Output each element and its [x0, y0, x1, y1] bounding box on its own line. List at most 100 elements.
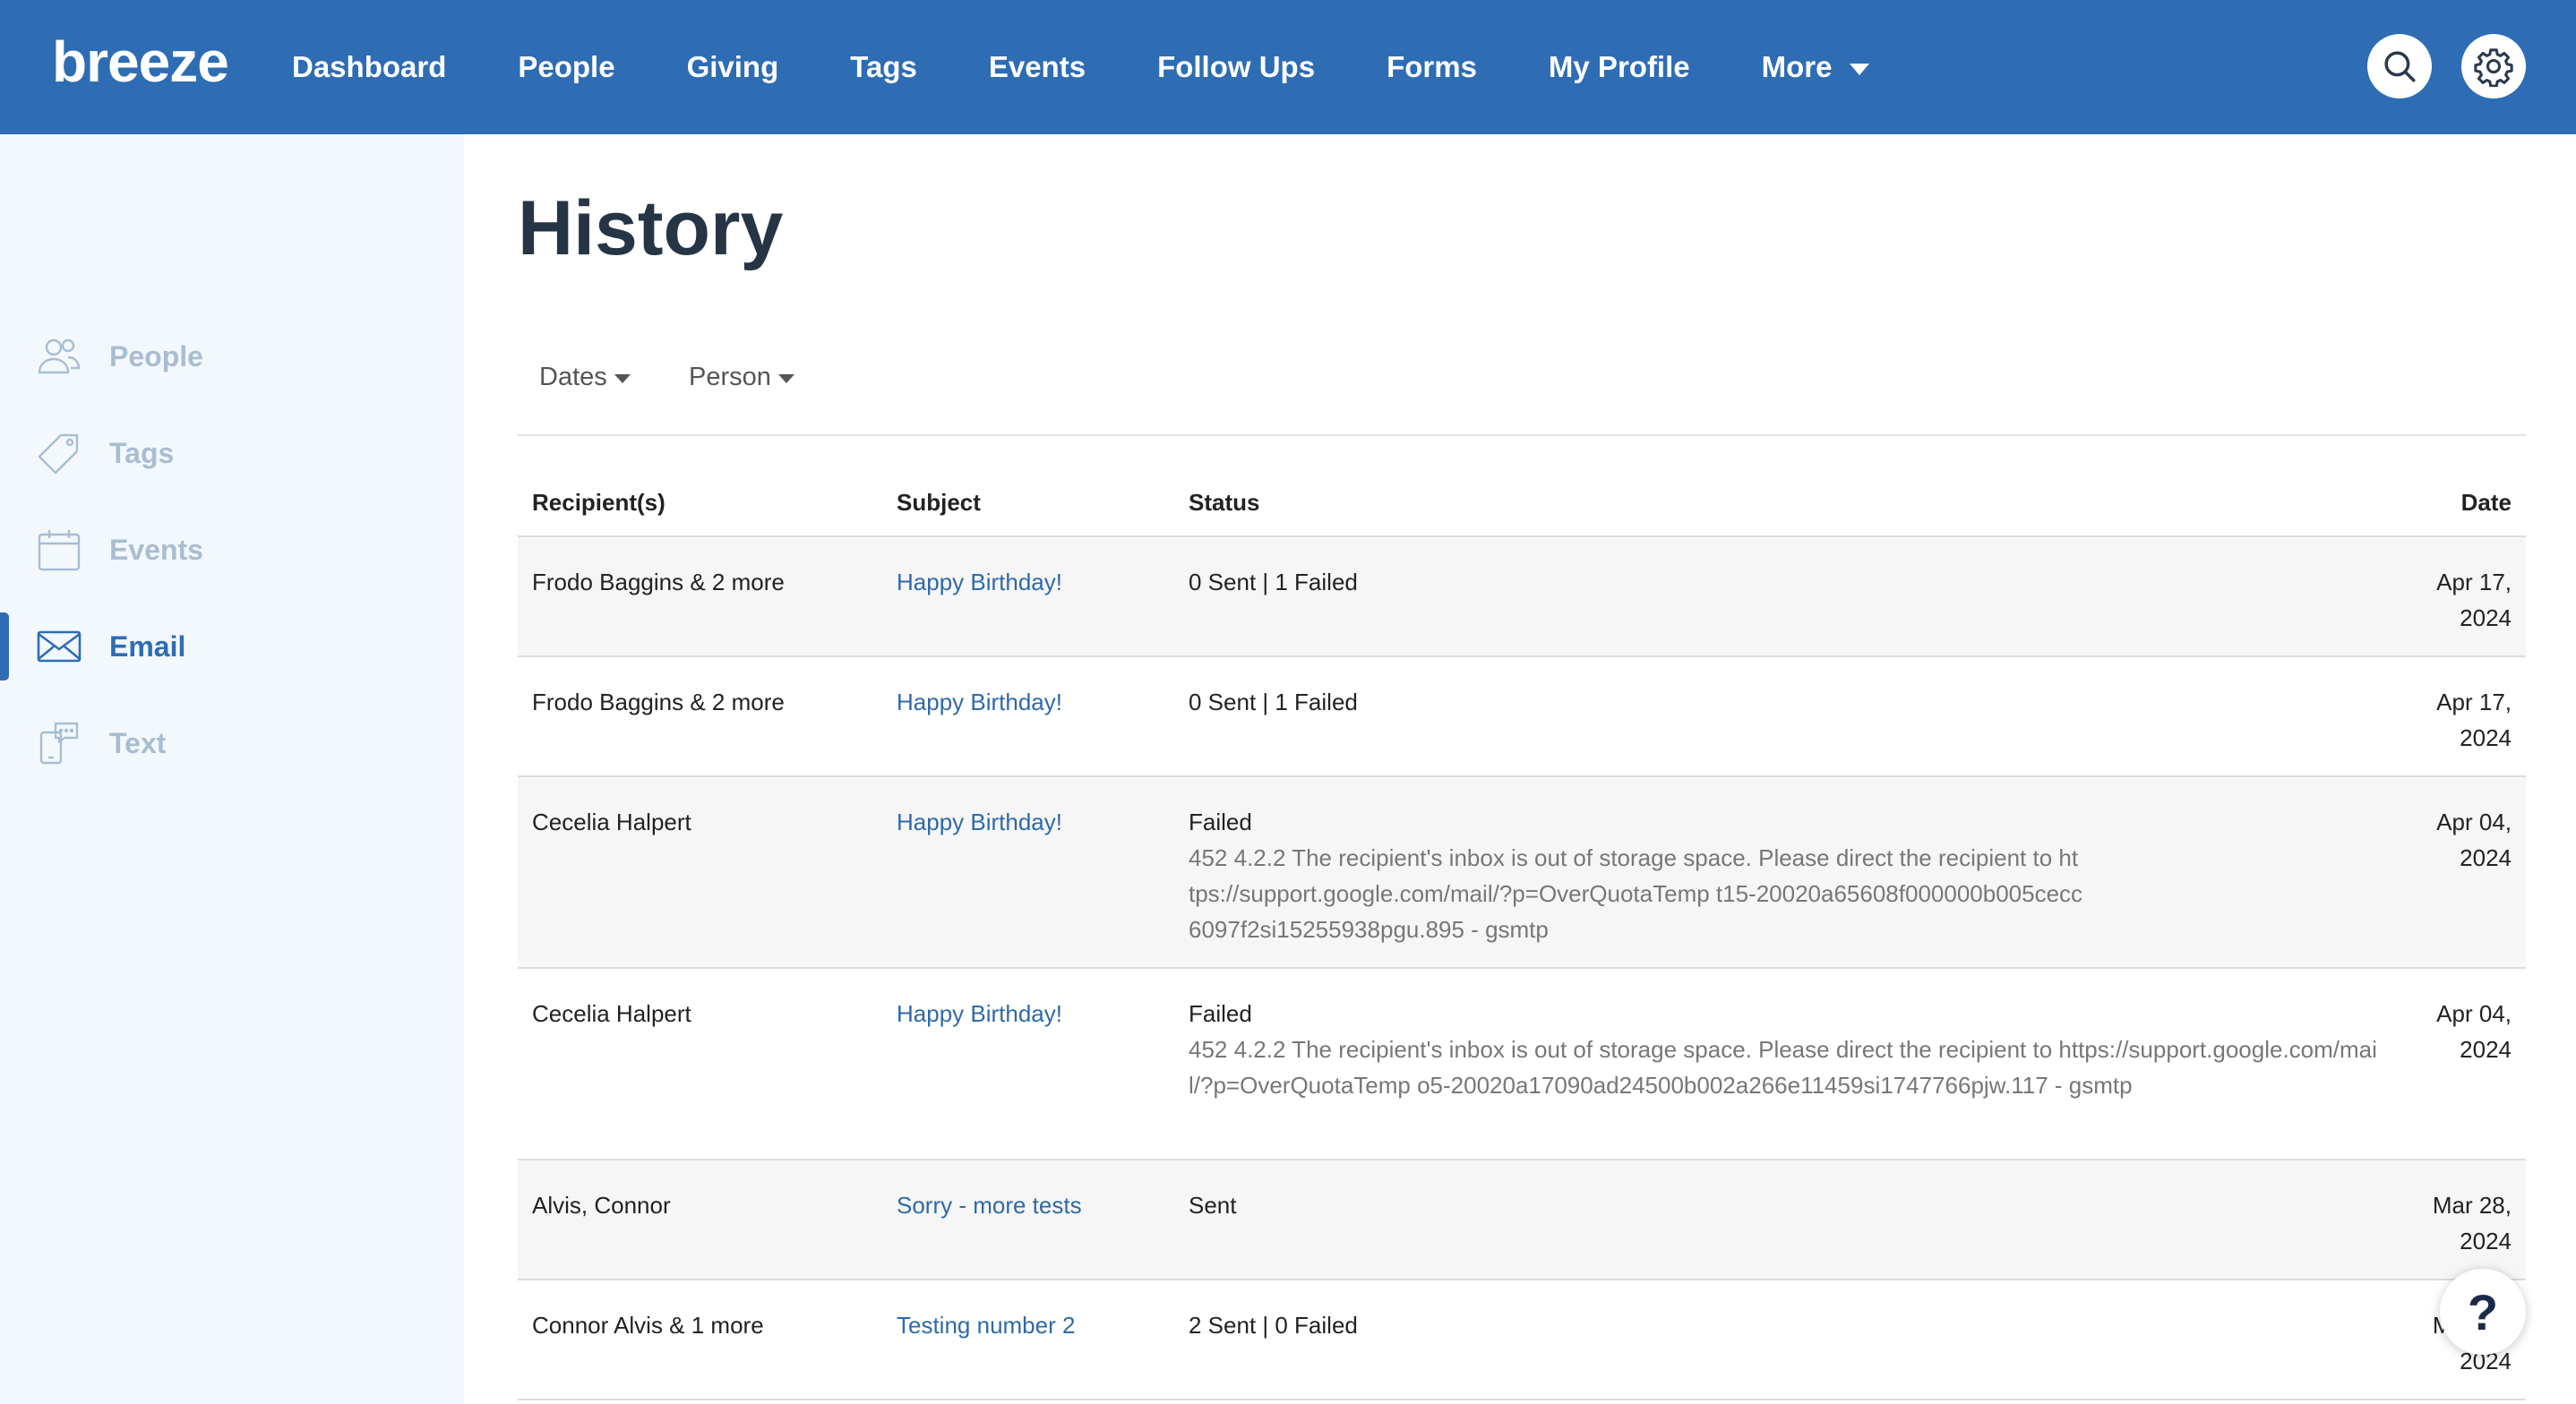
sidebar-item-events[interactable]: Events — [0, 516, 464, 584]
date-month-day: Apr 04, — [2436, 1000, 2512, 1027]
nav-label: Events — [988, 50, 1086, 83]
sidebar-item-email[interactable]: Email — [0, 612, 464, 681]
sidebar-item-label: Text — [109, 726, 167, 759]
status-text: Failed — [1189, 1000, 1252, 1027]
table-row[interactable]: Frodo Baggins & 2 more Happy Birthday! 0… — [518, 537, 2526, 657]
main-nav: Dashboard People Giving Tags Events Foll… — [292, 0, 1941, 134]
nav-label: Dashboard — [292, 50, 447, 83]
people-icon — [38, 338, 81, 374]
date-year: 2024 — [2460, 1228, 2512, 1254]
envelope-icon — [37, 630, 82, 663]
nav-label: Follow Ups — [1157, 50, 1316, 83]
status-text: 0 Sent | 1 Failed — [1189, 689, 1358, 715]
date-year: 2024 — [2460, 724, 2512, 751]
table-row[interactable]: Cecelia Halpert Happy Birthday! Failed 4… — [518, 777, 2526, 969]
caret-down-icon — [777, 374, 794, 383]
date-month-day: Apr 17, — [2436, 569, 2512, 595]
gear-icon — [2474, 48, 2513, 87]
recipients-cell: Frodo Baggins & 2 more — [532, 569, 785, 595]
status-text: Sent — [1189, 1192, 1237, 1219]
subject-link[interactable]: Sorry - more tests — [897, 1187, 1082, 1223]
caret-down-icon — [1850, 63, 1870, 75]
divider — [518, 434, 2526, 436]
recipients-cell: Cecelia Halpert — [532, 809, 691, 835]
column-header-date[interactable]: Date — [2386, 489, 2512, 517]
column-header-recipients[interactable]: Recipient(s) — [532, 489, 665, 517]
caret-down-icon — [614, 374, 631, 383]
settings-button[interactable] — [2461, 34, 2526, 98]
status-cell: 0 Sent | 1 Failed — [1189, 564, 2389, 600]
phone-message-icon — [39, 722, 79, 765]
subject-link[interactable]: Happy Birthday! — [897, 684, 1062, 720]
nav-label: More — [1761, 50, 1833, 83]
subject-link[interactable]: Happy Birthday! — [897, 564, 1062, 600]
date-cell: Apr 04, 2024 — [2386, 804, 2512, 876]
breeze-logo[interactable]: breeze — [52, 30, 229, 93]
nav-follow-ups[interactable]: Follow Ups — [1157, 50, 1315, 84]
status-cell: 0 Sent | 1 Failed — [1189, 684, 2389, 720]
sidebar-item-people[interactable]: People — [0, 322, 464, 390]
nav-giving[interactable]: Giving — [687, 50, 779, 84]
recipients-cell: Alvis, Connor — [532, 1192, 671, 1219]
status-text: 2 Sent | 0 Failed — [1189, 1312, 1358, 1339]
person-filter-dropdown[interactable]: Person — [689, 363, 794, 392]
date-cell: Mar 28, 2024 — [2386, 1187, 2512, 1259]
filter-label: Person — [689, 363, 771, 391]
date-year: 2024 — [2460, 1036, 2512, 1063]
recipients-cell: Connor Alvis & 1 more — [532, 1312, 764, 1339]
sidebar-item-label: Tags — [109, 436, 175, 469]
sidebar-item-label: Events — [109, 533, 203, 566]
email-history-table: Recipient(s) Subject Status Date Frodo B… — [518, 475, 2526, 1400]
dates-filter-dropdown[interactable]: Dates — [539, 363, 631, 392]
nav-dashboard[interactable]: Dashboard — [292, 50, 446, 84]
active-indicator — [0, 612, 9, 681]
status-cell: Failed 452 4.2.2 The recipient's inbox i… — [1189, 996, 2389, 1103]
date-month-day: Apr 04, — [2436, 809, 2512, 835]
help-button[interactable]: ? — [2440, 1269, 2526, 1355]
nav-events[interactable]: Events — [989, 50, 1086, 84]
status-text: 0 Sent | 1 Failed — [1189, 569, 1358, 595]
sidebar: People Tags Events Email Text — [0, 134, 464, 1404]
table-row[interactable]: Frodo Baggins & 2 more Happy Birthday! 0… — [518, 657, 2526, 777]
calendar-icon — [38, 530, 81, 571]
top-nav-bar: breeze Dashboard People Giving Tags Even… — [0, 0, 2576, 134]
nav-label: My Profile — [1548, 50, 1690, 83]
status-cell: Failed 452 4.2.2 The recipient's inbox i… — [1189, 804, 2389, 947]
nav-label: People — [518, 50, 615, 83]
nav-forms[interactable]: Forms — [1387, 50, 1477, 84]
recipients-cell: Frodo Baggins & 2 more — [532, 689, 785, 715]
subject-link[interactable]: Happy Birthday! — [897, 804, 1062, 840]
nav-label: Tags — [850, 50, 917, 83]
table-row[interactable]: Connor Alvis & 1 more Testing number 2 2… — [518, 1280, 2526, 1400]
status-cell: Sent — [1189, 1187, 2389, 1223]
sidebar-item-label: Email — [109, 629, 186, 663]
failure-detail: 452 4.2.2 The recipient's inbox is out o… — [1189, 844, 2083, 943]
column-header-status[interactable]: Status — [1189, 489, 1259, 517]
filter-label: Dates — [539, 363, 607, 391]
nav-more-dropdown[interactable]: More — [1762, 50, 1870, 84]
nav-tags[interactable]: Tags — [850, 50, 917, 84]
nav-my-profile[interactable]: My Profile — [1549, 50, 1690, 84]
subject-link[interactable]: Happy Birthday! — [897, 996, 1062, 1032]
date-cell: Apr 17, 2024 — [2386, 684, 2512, 756]
page-title: History — [518, 185, 784, 271]
nav-people[interactable]: People — [518, 50, 614, 84]
failure-detail: 452 4.2.2 The recipient's inbox is out o… — [1189, 1036, 2377, 1099]
sidebar-item-tags[interactable]: Tags — [0, 419, 464, 487]
column-header-subject[interactable]: Subject — [897, 489, 981, 517]
table-row[interactable]: Alvis, Connor Sorry - more tests Sent Ma… — [518, 1160, 2526, 1280]
date-year: 2024 — [2460, 844, 2512, 871]
nav-label: Giving — [686, 50, 779, 83]
status-text: Failed — [1189, 809, 1252, 835]
tag-icon — [38, 433, 79, 475]
subject-link[interactable]: Testing number 2 — [897, 1307, 1075, 1343]
date-year: 2024 — [2460, 604, 2512, 631]
date-month-day: Mar 28, — [2432, 1192, 2512, 1219]
table-row[interactable]: Cecelia Halpert Happy Birthday! Failed 4… — [518, 969, 2526, 1160]
sidebar-item-text[interactable]: Text — [0, 709, 464, 777]
sidebar-item-label: People — [109, 339, 203, 372]
date-cell: Apr 17, 2024 — [2386, 564, 2512, 636]
search-icon — [2384, 51, 2416, 82]
search-button[interactable] — [2367, 34, 2432, 98]
recipients-cell: Cecelia Halpert — [532, 1000, 691, 1027]
